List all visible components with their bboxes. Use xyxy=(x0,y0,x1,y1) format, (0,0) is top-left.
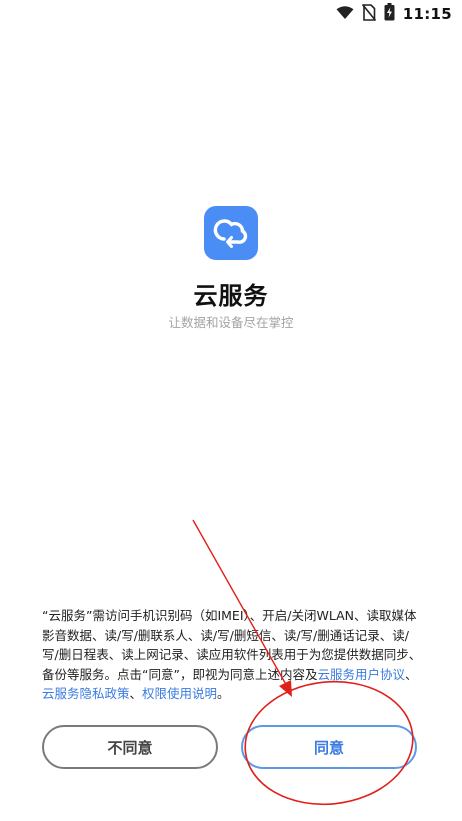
notice-separator: 、 xyxy=(129,686,143,701)
battery-charging-icon xyxy=(384,3,395,25)
notice-end: 。 xyxy=(217,686,230,701)
permissions-link[interactable]: 权限使用说明 xyxy=(142,686,217,701)
status-icons: 11:15 xyxy=(336,3,452,25)
user-agreement-link[interactable]: 云服务用户协议 xyxy=(317,667,405,682)
no-sim-icon xyxy=(361,3,376,25)
cloud-sync-icon xyxy=(211,211,251,255)
disagree-button[interactable]: 不同意 xyxy=(42,725,218,769)
app-title: 云服务 xyxy=(193,282,269,310)
wifi-icon xyxy=(336,5,354,24)
privacy-policy-link[interactable]: 云服务隐私政策 xyxy=(42,686,130,701)
app-icon xyxy=(204,206,258,260)
disagree-button-label: 不同意 xyxy=(107,738,153,757)
status-time: 11:15 xyxy=(402,5,452,23)
agree-button[interactable]: 同意 xyxy=(241,725,417,769)
app-subtitle: 让数据和设备尽在掌控 xyxy=(168,315,294,330)
permission-notice: “云服务”需访问手机识别码（如IMEI）、开启/关闭WLAN、读取媒体影音数据、… xyxy=(42,606,422,704)
status-bar: 11:15 xyxy=(0,0,462,28)
notice-separator: 、 xyxy=(404,666,418,682)
agree-button-label: 同意 xyxy=(313,738,344,757)
